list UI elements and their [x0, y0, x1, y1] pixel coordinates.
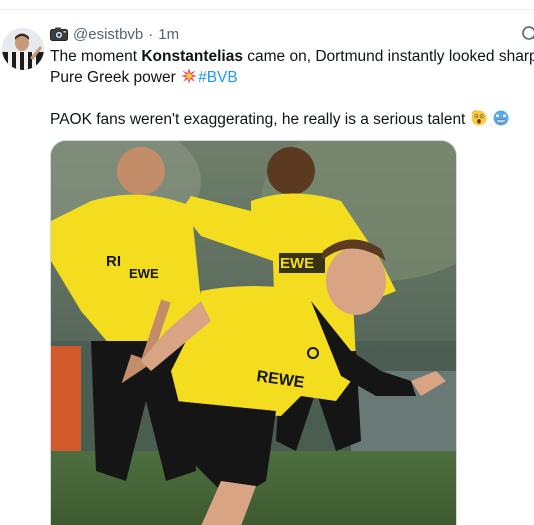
camera-icon [50, 27, 68, 41]
hashtag-link[interactable]: #BVB [198, 69, 238, 86]
tweet-header: @esistbvb · 1m [50, 23, 179, 45]
timestamp[interactable]: 1m [158, 26, 179, 43]
tweet-text: The moment Konstantelias came on, Dortmu… [50, 46, 534, 130]
tweet-text-part: came on, Dortmund instantly looked sharp [242, 48, 534, 65]
grok-icon[interactable] [520, 24, 534, 42]
tweet-text-part: The moment [50, 48, 142, 65]
avatar[interactable] [2, 28, 44, 70]
shirt-sponsor-back: EWE [280, 255, 314, 272]
player-name: Konstantelias [141, 48, 243, 65]
astonished-emoji [471, 110, 487, 126]
cold-face-emoji [493, 110, 509, 126]
tweet-line-2: Pure Greek power #BVB [50, 67, 534, 88]
top-divider [0, 0, 534, 10]
tweet-text-part: PAOK fans weren't exaggerating, he reall… [50, 111, 470, 128]
user-handle[interactable]: @esistbvb [73, 26, 143, 43]
shirt-sponsor-left: RI [106, 253, 121, 270]
shirt-sponsor-left-2: EWE [129, 266, 159, 281]
separator-dot: · [148, 25, 154, 43]
tweet-text-part: Pure Greek power [50, 69, 181, 86]
tweet-line-1: The moment Konstantelias came on, Dortmu… [50, 46, 534, 67]
tweet-photo[interactable]: EWE RI EWE REWE [50, 140, 457, 525]
collision-emoji [181, 68, 198, 84]
tweet-line-3: PAOK fans weren't exaggerating, he reall… [50, 109, 534, 130]
